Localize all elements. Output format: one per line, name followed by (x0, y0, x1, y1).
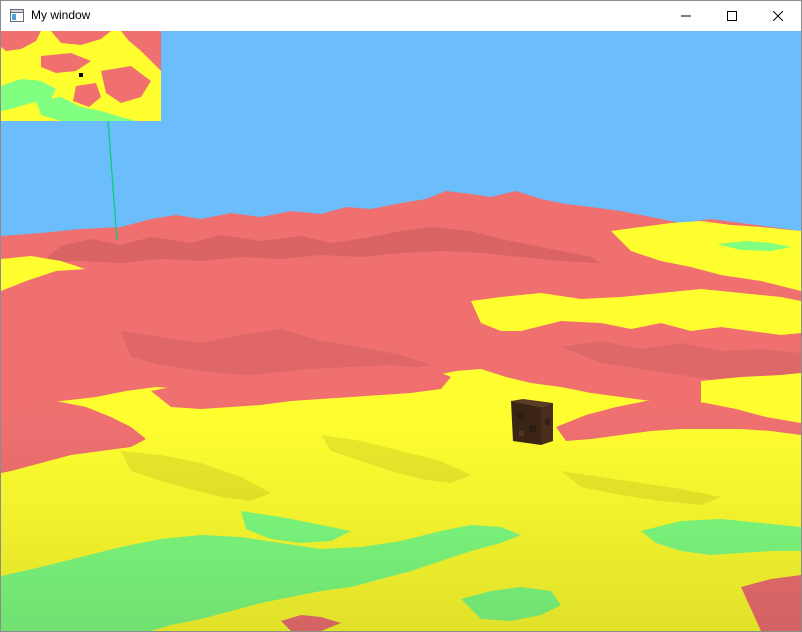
maximize-button[interactable] (709, 1, 755, 31)
title-bar[interactable]: My window (1, 1, 801, 31)
minimize-button[interactable] (663, 1, 709, 31)
minimize-icon (681, 15, 691, 17)
terrain-scene[interactable] (1, 31, 801, 631)
player-cube[interactable] (511, 399, 553, 445)
render-viewport[interactable] (1, 31, 801, 631)
minimap-player-dot (79, 73, 83, 77)
app-icon (10, 9, 24, 22)
close-button[interactable] (755, 1, 801, 31)
depth-shade (1, 411, 801, 631)
app-window: My window (0, 0, 802, 632)
close-icon (773, 11, 783, 21)
maximize-icon (727, 11, 737, 21)
minimap[interactable] (1, 31, 161, 121)
window-title: My window (31, 8, 91, 22)
